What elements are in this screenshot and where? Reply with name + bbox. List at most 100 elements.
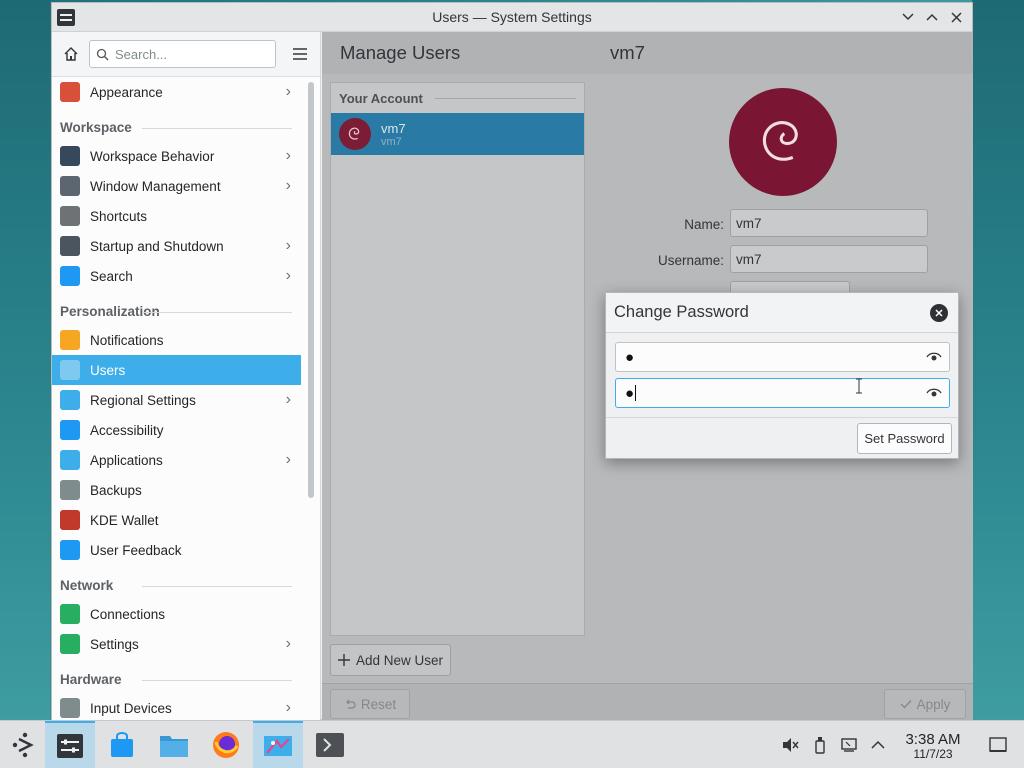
account-list-item[interactable]: vm7 vm7 <box>331 113 584 155</box>
desktop-background-left <box>0 0 50 720</box>
password-input[interactable]: ● <box>615 342 950 372</box>
chevron-right-icon: › <box>285 391 291 408</box>
sidebar-item-users[interactable]: Users <box>52 355 301 385</box>
sidebar-item-label: Regional Settings <box>90 392 196 408</box>
title-bar[interactable]: Users — System Settings <box>52 3 972 32</box>
sidebar-item-label: Connections <box>90 606 166 622</box>
window-title: Users — System Settings <box>432 9 592 25</box>
sidebar-item-input-devices[interactable]: Input Devices › <box>52 693 301 720</box>
clock-time: 3:38 AM <box>905 731 961 748</box>
desktop-icon <box>989 737 1007 752</box>
text-cursor-icon <box>856 378 862 394</box>
feedback-icon <box>60 540 80 560</box>
minimize-button[interactable] <box>898 7 918 27</box>
digital-clock[interactable]: 3:38 AM 11/7/23 <box>894 731 972 761</box>
search-input[interactable]: Search... <box>89 40 276 68</box>
sidebar-item-kde-wallet[interactable]: KDE Wallet <box>52 505 301 535</box>
sidebar-item-workspace-behavior[interactable]: Workspace Behavior › <box>52 141 301 171</box>
name-field[interactable]: vm7 <box>730 209 928 237</box>
sidebar-item-startup-and-shutdown[interactable]: Startup and Shutdown › <box>52 231 301 261</box>
sidebar-item-appearance[interactable]: Appearance › <box>52 77 301 107</box>
text-caret <box>635 385 637 401</box>
volume-muted-icon[interactable] <box>780 735 800 755</box>
dialog-title: Change Password <box>614 303 749 321</box>
name-label: Name: <box>684 217 724 232</box>
password-value: ● <box>625 348 635 366</box>
show-password-eye-icon[interactable] <box>925 385 943 401</box>
sidebar-section-workspace: Workspace <box>52 107 301 141</box>
terminal-icon <box>316 733 344 757</box>
sidebar-item-settings[interactable]: Settings › <box>52 629 301 659</box>
sidebar-item-applications[interactable]: Applications › <box>52 445 301 475</box>
taskbar <box>0 720 1024 768</box>
task-discover[interactable] <box>97 721 147 768</box>
home-button[interactable] <box>59 42 83 66</box>
sidebar-item-regional-settings[interactable]: Regional Settings › <box>52 385 301 415</box>
sidebar-item-label: Accessibility <box>90 422 164 438</box>
username-field[interactable]: vm7 <box>730 245 928 273</box>
change-password-dialog: Change Password ● ● Set Password <box>605 292 959 459</box>
undo-icon <box>345 699 356 709</box>
task-terminal[interactable] <box>305 721 355 768</box>
sidebar-item-label: Search <box>90 268 133 284</box>
applications-icon <box>60 450 80 470</box>
add-new-user-button[interactable]: Add New User <box>330 644 451 676</box>
window-management-icon <box>60 176 80 196</box>
sidebar-item-accessibility[interactable]: Accessibility <box>52 415 301 445</box>
chevron-right-icon: › <box>285 699 291 716</box>
close-window-button[interactable] <box>946 7 966 27</box>
maximize-button[interactable] <box>922 7 942 27</box>
avatar <box>339 118 371 150</box>
home-icon <box>64 47 78 61</box>
task-firefox[interactable] <box>201 721 251 768</box>
sidebar-item-label: KDE Wallet <box>90 512 159 528</box>
hamburger-icon <box>293 48 307 60</box>
show-desktop-button[interactable] <box>988 735 1008 755</box>
sidebar-item-search[interactable]: Search › <box>52 261 301 291</box>
network-wired-icon[interactable] <box>840 735 860 755</box>
confirm-password-input[interactable]: ● <box>615 378 950 408</box>
show-hidden-tray-chevron-up-icon[interactable] <box>868 735 888 755</box>
show-password-eye-icon[interactable] <box>925 349 943 365</box>
sidebar-item-connections[interactable]: Connections <box>52 599 301 629</box>
application-launcher-button[interactable] <box>0 721 50 768</box>
kde-launcher-icon <box>12 732 34 758</box>
chevron-right-icon: › <box>285 177 291 194</box>
chevron-right-icon: › <box>285 147 291 164</box>
sidebar-item-label: Shortcuts <box>90 208 148 224</box>
sidebar-item-window-management[interactable]: Window Management › <box>52 171 301 201</box>
sidebar-item-user-feedback[interactable]: User Feedback <box>52 535 301 565</box>
set-password-button[interactable]: Set Password <box>857 423 952 454</box>
close-icon <box>950 11 962 23</box>
sidebar-item-backups[interactable]: Backups <box>52 475 301 505</box>
sidebar-item-label: Applications <box>90 452 163 468</box>
sidebar-item-label: Input Devices <box>90 700 172 716</box>
close-icon <box>935 309 943 317</box>
plus-icon <box>337 654 350 666</box>
bell-icon <box>60 330 80 350</box>
sidebar-item-notifications[interactable]: Notifications <box>52 325 301 355</box>
task-system-settings-window[interactable] <box>253 721 303 768</box>
sidebar-item-label: Users <box>90 362 126 378</box>
chevron-right-icon: › <box>285 237 291 254</box>
task-system-settings[interactable] <box>45 721 95 768</box>
user-title: vm7 <box>610 42 645 63</box>
sidebar-item-label: Workspace Behavior <box>90 148 215 164</box>
sidebar-scrollbar[interactable] <box>308 82 314 498</box>
task-file-manager[interactable] <box>149 721 199 768</box>
user-avatar[interactable] <box>729 88 837 196</box>
sidebar-item-shortcuts[interactable]: Shortcuts <box>52 201 301 231</box>
discover-store-icon <box>111 732 133 757</box>
debian-swirl-icon <box>348 127 360 140</box>
account-username: vm7 <box>381 135 402 148</box>
sidebar-item-label: User Feedback <box>90 542 182 558</box>
hamburger-menu-button[interactable] <box>288 42 312 66</box>
users-icon <box>60 360 80 380</box>
reset-button[interactable]: Reset <box>330 689 410 719</box>
sidebar-item-label: Settings <box>90 636 139 652</box>
workspace-behavior-icon <box>60 146 80 166</box>
sidebar-item-label: Startup and Shutdown <box>90 238 224 254</box>
removable-device-icon[interactable] <box>810 735 830 755</box>
apply-button[interactable]: Apply <box>884 689 966 719</box>
dialog-close-button[interactable] <box>930 304 948 322</box>
